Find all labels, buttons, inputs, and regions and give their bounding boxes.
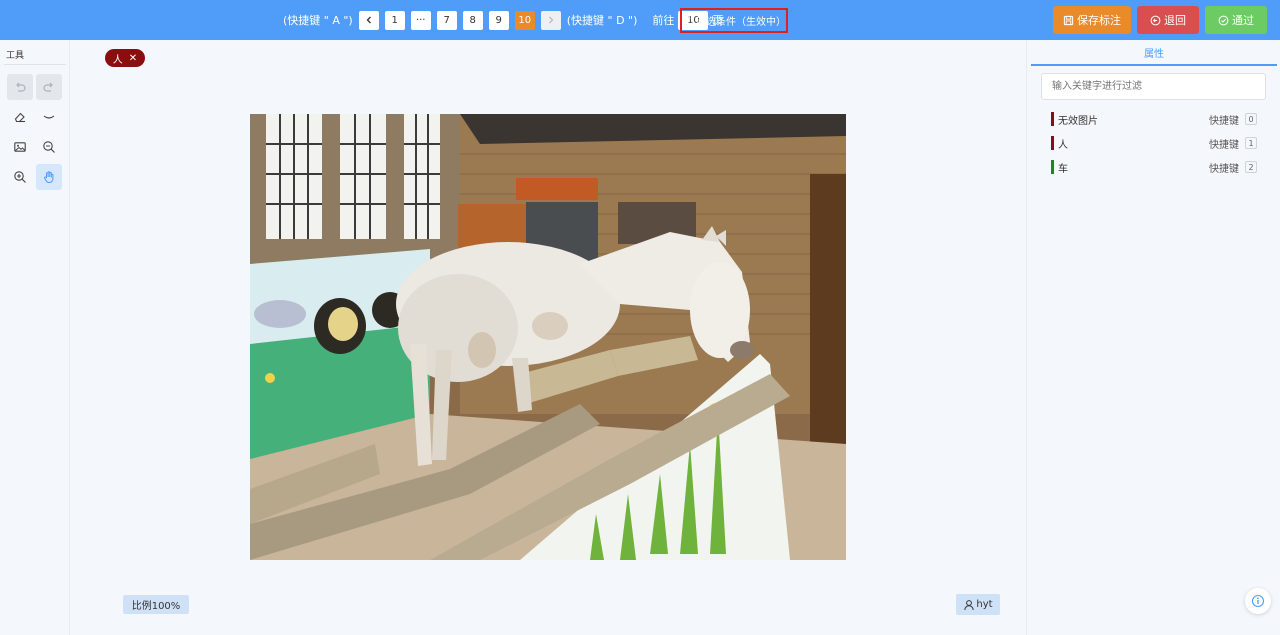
annotator-name: hyt bbox=[976, 599, 993, 610]
eraser-icon bbox=[14, 112, 25, 123]
prev-page-button[interactable] bbox=[358, 10, 379, 30]
tools-title: 工具 bbox=[6, 51, 25, 61]
back-label: 退回 bbox=[1164, 14, 1186, 27]
eye-closed-icon bbox=[43, 115, 55, 119]
active-label-text: 人 bbox=[112, 54, 123, 66]
filter-label: 筛选条件（生效中） bbox=[696, 17, 786, 28]
top-bar: (快捷键 " A ") 1 ··· 7 8 9 10 (快捷键 " D ") 前… bbox=[0, 0, 1280, 40]
annotation-image[interactable] bbox=[250, 114, 846, 560]
next-shortcut-hint: (快捷键 " D ") bbox=[566, 14, 638, 27]
attribute-item-car[interactable]: 车 快捷键 2 bbox=[1051, 159, 1257, 175]
help-button[interactable] bbox=[1245, 588, 1271, 614]
tools-divider bbox=[4, 64, 66, 65]
annotator-badge: hyt bbox=[956, 594, 1000, 615]
chevron-right-icon bbox=[548, 16, 554, 24]
check-circle-icon bbox=[1218, 15, 1229, 25]
reject-button[interactable]: 退回 bbox=[1137, 6, 1199, 34]
page-button-8[interactable]: 8 bbox=[462, 10, 483, 30]
eraser-button[interactable] bbox=[7, 104, 33, 130]
save-label: 保存标注 bbox=[1077, 14, 1121, 27]
shortcut-label: 快捷键 bbox=[1209, 115, 1239, 127]
return-icon bbox=[1150, 15, 1161, 25]
attribute-filter-input[interactable] bbox=[1041, 73, 1266, 100]
attribute-name: 人 bbox=[1058, 139, 1068, 151]
filter-conditions-button[interactable]: 筛选条件（生效中） bbox=[680, 8, 788, 33]
tool-panel: 工具 bbox=[0, 40, 70, 635]
shortcut-key: 1 bbox=[1245, 137, 1257, 149]
pagination: (快捷键 " A ") 1 ··· 7 8 9 10 (快捷键 " D ") 前… bbox=[280, 10, 723, 30]
save-annotation-button[interactable]: 保存标注 bbox=[1053, 6, 1131, 34]
info-icon bbox=[1251, 594, 1265, 608]
zoom-out-button[interactable] bbox=[36, 134, 62, 160]
undo-icon bbox=[16, 82, 26, 92]
approve-button[interactable]: 通过 bbox=[1205, 6, 1267, 34]
hand-icon bbox=[44, 171, 54, 183]
page-button-9[interactable]: 9 bbox=[488, 10, 509, 30]
zoom-scale-indicator: 比例100% bbox=[123, 595, 189, 614]
shortcut-key: 2 bbox=[1245, 161, 1257, 173]
shortcut-label: 快捷键 bbox=[1209, 139, 1239, 151]
page-ellipsis-button[interactable]: ··· bbox=[410, 10, 431, 30]
save-icon bbox=[1063, 15, 1074, 25]
close-icon[interactable]: ✕ bbox=[129, 53, 137, 64]
redo-button[interactable] bbox=[36, 74, 62, 100]
attribute-color-swatch bbox=[1051, 160, 1054, 174]
image-toggle-button[interactable] bbox=[7, 134, 33, 160]
attribute-panel: 属性 无效图片 快捷键 0 人 快捷键 1 车 快捷键 2 bbox=[1026, 40, 1280, 635]
pass-label: 通过 bbox=[1232, 14, 1254, 27]
page-button-1[interactable]: 1 bbox=[384, 10, 405, 30]
page-button-10[interactable]: 10 bbox=[514, 10, 535, 30]
undo-button[interactable] bbox=[7, 74, 33, 100]
tab-attributes[interactable]: 属性 bbox=[1031, 40, 1277, 66]
goto-label: 前往 bbox=[652, 14, 675, 27]
image-icon bbox=[14, 142, 26, 152]
horse-photo bbox=[250, 114, 846, 560]
attribute-item-person[interactable]: 人 快捷键 1 bbox=[1051, 135, 1257, 151]
attribute-item-invalid-image[interactable]: 无效图片 快捷键 0 bbox=[1051, 111, 1257, 127]
attribute-name: 无效图片 bbox=[1058, 115, 1098, 127]
active-label-tag[interactable]: 人 ✕ bbox=[105, 49, 145, 67]
user-icon bbox=[964, 599, 975, 610]
prev-shortcut-hint: (快捷键 " A ") bbox=[283, 14, 353, 27]
shortcut-key: 0 bbox=[1245, 113, 1257, 125]
zoom-out-icon bbox=[43, 141, 55, 153]
zoom-in-button[interactable] bbox=[7, 164, 33, 190]
page-button-7[interactable]: 7 bbox=[436, 10, 457, 30]
attribute-color-swatch bbox=[1051, 112, 1054, 126]
gear-icon bbox=[682, 15, 693, 26]
next-page-button[interactable] bbox=[540, 10, 561, 30]
redo-icon bbox=[43, 82, 53, 92]
attribute-name: 车 bbox=[1058, 163, 1068, 175]
attribute-color-swatch bbox=[1051, 136, 1054, 150]
chevron-left-icon bbox=[366, 16, 371, 24]
hide-annotations-button[interactable] bbox=[36, 104, 62, 130]
pan-hand-button[interactable] bbox=[36, 164, 62, 190]
shortcut-label: 快捷键 bbox=[1209, 163, 1239, 175]
zoom-in-icon bbox=[14, 171, 26, 183]
